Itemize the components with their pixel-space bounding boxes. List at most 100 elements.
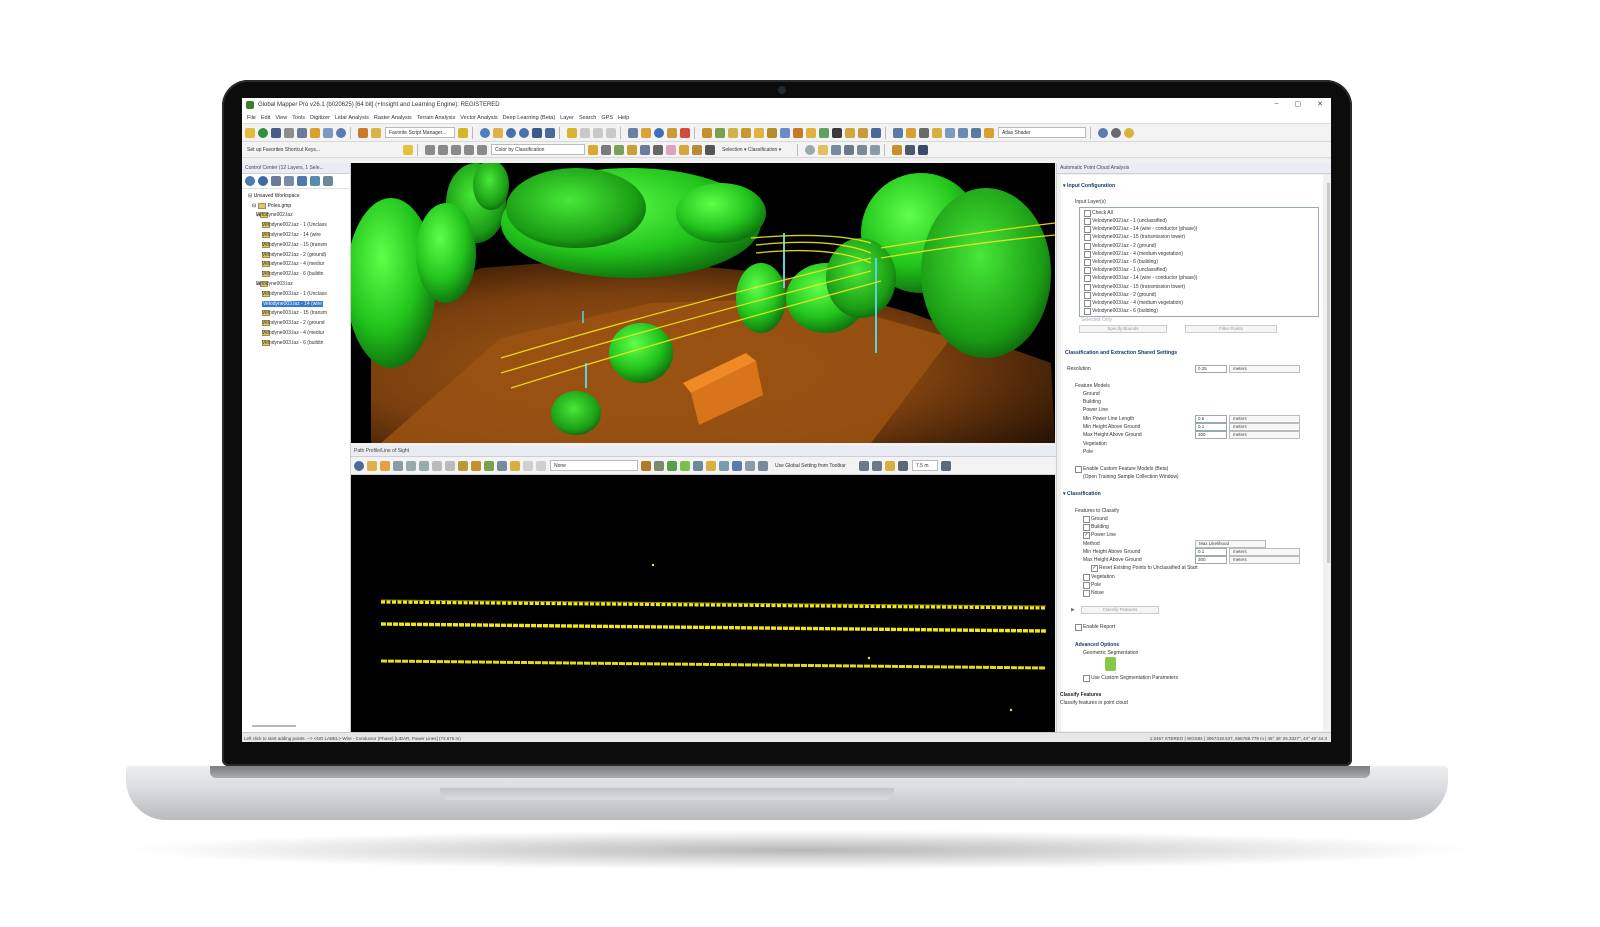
fly-icon[interactable] <box>831 144 841 155</box>
path-icon[interactable] <box>601 144 611 155</box>
delete-icon[interactable] <box>593 127 603 138</box>
f-vegetation-checkbox[interactable] <box>1083 574 1090 581</box>
shortcut-keys-combo[interactable]: Set up Favorites Shortcut Keys... <box>244 145 400 154</box>
f-building-checkbox[interactable] <box>1083 524 1090 531</box>
tower-icon[interactable] <box>693 460 703 471</box>
tree-group[interactable]: ⊟ Poles.gmp <box>242 201 350 211</box>
person-search-icon[interactable] <box>871 127 881 138</box>
classification-header[interactable]: ▾ Classification <box>1063 491 1101 497</box>
fm-building-label[interactable]: Building <box>1083 399 1101 405</box>
specify-bounds-button[interactable]: Specify Bounds <box>1079 325 1167 333</box>
menu-edit[interactable]: Edit <box>261 115 270 121</box>
viewshed-icon[interactable] <box>728 127 738 138</box>
split-icon[interactable] <box>432 460 442 471</box>
min-line-length-field[interactable]: 0.5 <box>1195 415 1227 423</box>
c-min-height-field[interactable]: 0.1 <box>1195 548 1227 556</box>
shared-settings-header[interactable]: Classification and Extraction Shared Set… <box>1065 350 1177 356</box>
person-icon[interactable] <box>780 127 790 138</box>
c-max-height-units[interactable]: meters <box>1229 556 1300 564</box>
global-setting-combo[interactable]: Use Global Setting from Toolbar <box>772 461 856 470</box>
overlay-icon[interactable] <box>893 127 903 138</box>
vertical-scrollbar[interactable] <box>1327 183 1330 563</box>
layer-row[interactable]: ⊟ Velodyne002.laz <box>242 211 350 221</box>
layers-icon[interactable] <box>310 127 320 138</box>
menu-help[interactable]: Help <box>618 115 629 121</box>
menu-terrain-analysis[interactable]: Terrain Analysis <box>417 115 456 121</box>
document-icon[interactable] <box>680 127 690 138</box>
path-profile-view[interactable] <box>351 475 1055 733</box>
print-icon[interactable] <box>284 127 294 138</box>
zoom-fit-icon[interactable] <box>859 460 869 471</box>
3d-view-icon[interactable] <box>767 127 777 138</box>
zoom-to-layer-icon[interactable] <box>905 144 915 155</box>
f-noise-checkbox[interactable] <box>1083 590 1090 597</box>
menu-gps[interactable]: GPS <box>601 115 613 121</box>
grid-view-icon[interactable] <box>918 144 928 155</box>
menu-file[interactable]: File <box>247 115 256 121</box>
f-power-line-checkbox[interactable]: ✓ <box>1083 532 1090 539</box>
input-layer-checkbox[interactable] <box>1084 250 1091 258</box>
select-box-icon[interactable] <box>393 460 403 471</box>
brush-select-icon[interactable] <box>464 144 474 155</box>
metadata-icon[interactable] <box>284 176 294 186</box>
selection-combo[interactable]: Selection ▾ Classification ▾ <box>719 145 793 154</box>
table-icon[interactable] <box>323 127 333 138</box>
vegetation-icon[interactable] <box>680 460 690 471</box>
pan-hand-icon[interactable] <box>493 127 503 138</box>
menu-digitizer[interactable]: Digitizer <box>310 115 330 121</box>
shader-combo[interactable]: Atlas Shader <box>998 127 1086 138</box>
menu-search[interactable]: Search <box>579 115 596 121</box>
terrain-icon[interactable] <box>702 127 712 138</box>
fm-power-line-label[interactable]: Power Line <box>1083 407 1108 413</box>
color-points-icon[interactable] <box>679 144 689 155</box>
menu-view[interactable]: View <box>275 115 287 121</box>
paste-icon[interactable] <box>536 460 546 471</box>
zoom-to-layer-icon[interactable] <box>245 176 255 186</box>
menu-tools[interactable]: Tools <box>292 115 305 121</box>
sparkle-icon[interactable] <box>705 144 715 155</box>
input-layer-checkbox[interactable] <box>1084 259 1091 266</box>
volume-icon[interactable] <box>754 127 764 138</box>
open-folder-icon[interactable] <box>245 127 255 138</box>
grid-icon[interactable] <box>819 127 829 138</box>
layer-row[interactable]: Velodyne002.laz - 15 (transm <box>242 240 350 250</box>
fm-ground-label[interactable]: Ground <box>1083 391 1100 397</box>
resolution-units-combo[interactable]: meters <box>1229 365 1300 373</box>
polygon-select-icon[interactable] <box>640 144 650 155</box>
water-icon[interactable] <box>732 460 742 471</box>
layer-row[interactable]: Velodyne002.laz - 2 (ground) <box>242 250 350 260</box>
save-icon[interactable] <box>271 127 281 138</box>
play-icon[interactable] <box>805 144 815 155</box>
reset-points-checkbox[interactable]: ✓ <box>1091 565 1098 572</box>
check-all-checkbox[interactable] <box>1084 210 1091 217</box>
star-icon[interactable] <box>403 144 413 155</box>
custom-models-checkbox[interactable] <box>1075 466 1082 473</box>
digitize-path-icon[interactable] <box>438 144 448 155</box>
close-button[interactable]: ✕ <box>1317 100 1323 108</box>
search-icon[interactable] <box>336 127 346 138</box>
options-icon[interactable] <box>323 176 333 186</box>
layer-row[interactable]: Velodyne003.laz - 15 (transm <box>242 309 350 319</box>
run-script-icon[interactable] <box>371 127 381 138</box>
layer-row[interactable]: Velodyne002.laz - 6 (buildin <box>242 269 350 279</box>
digitize-area-icon[interactable] <box>451 144 461 155</box>
mountain-icon[interactable] <box>471 460 481 471</box>
globe-icon[interactable] <box>258 176 268 186</box>
layer-row[interactable]: Velodyne003.laz - 6 (buildin <box>242 338 350 348</box>
3d-point-cloud-view[interactable] <box>351 163 1055 443</box>
chart-icon[interactable] <box>484 460 494 471</box>
advanced-options-label[interactable]: Advanced Options <box>1075 642 1119 648</box>
distribute-icon[interactable] <box>419 460 429 471</box>
terrain-icon[interactable] <box>458 460 468 471</box>
lidar-icon[interactable] <box>919 127 929 138</box>
input-layer-checkbox[interactable] <box>1084 291 1091 299</box>
input-layer-checkbox[interactable] <box>1084 283 1091 291</box>
layer-row[interactable]: Velodyne002.laz - 14 (wire <box>242 230 350 240</box>
fm-max-height-field[interactable]: 300 <box>1195 431 1227 439</box>
lasso-icon[interactable] <box>627 144 637 155</box>
contour-icon[interactable] <box>715 127 725 138</box>
layer-row[interactable]: Velodyne003.laz - 2 (ground <box>242 318 350 328</box>
input-layer-checkbox[interactable] <box>1084 267 1091 275</box>
peak-icon[interactable] <box>641 460 651 471</box>
layer-row[interactable]: Velodyne003.laz - 4 (mediur <box>242 328 350 338</box>
